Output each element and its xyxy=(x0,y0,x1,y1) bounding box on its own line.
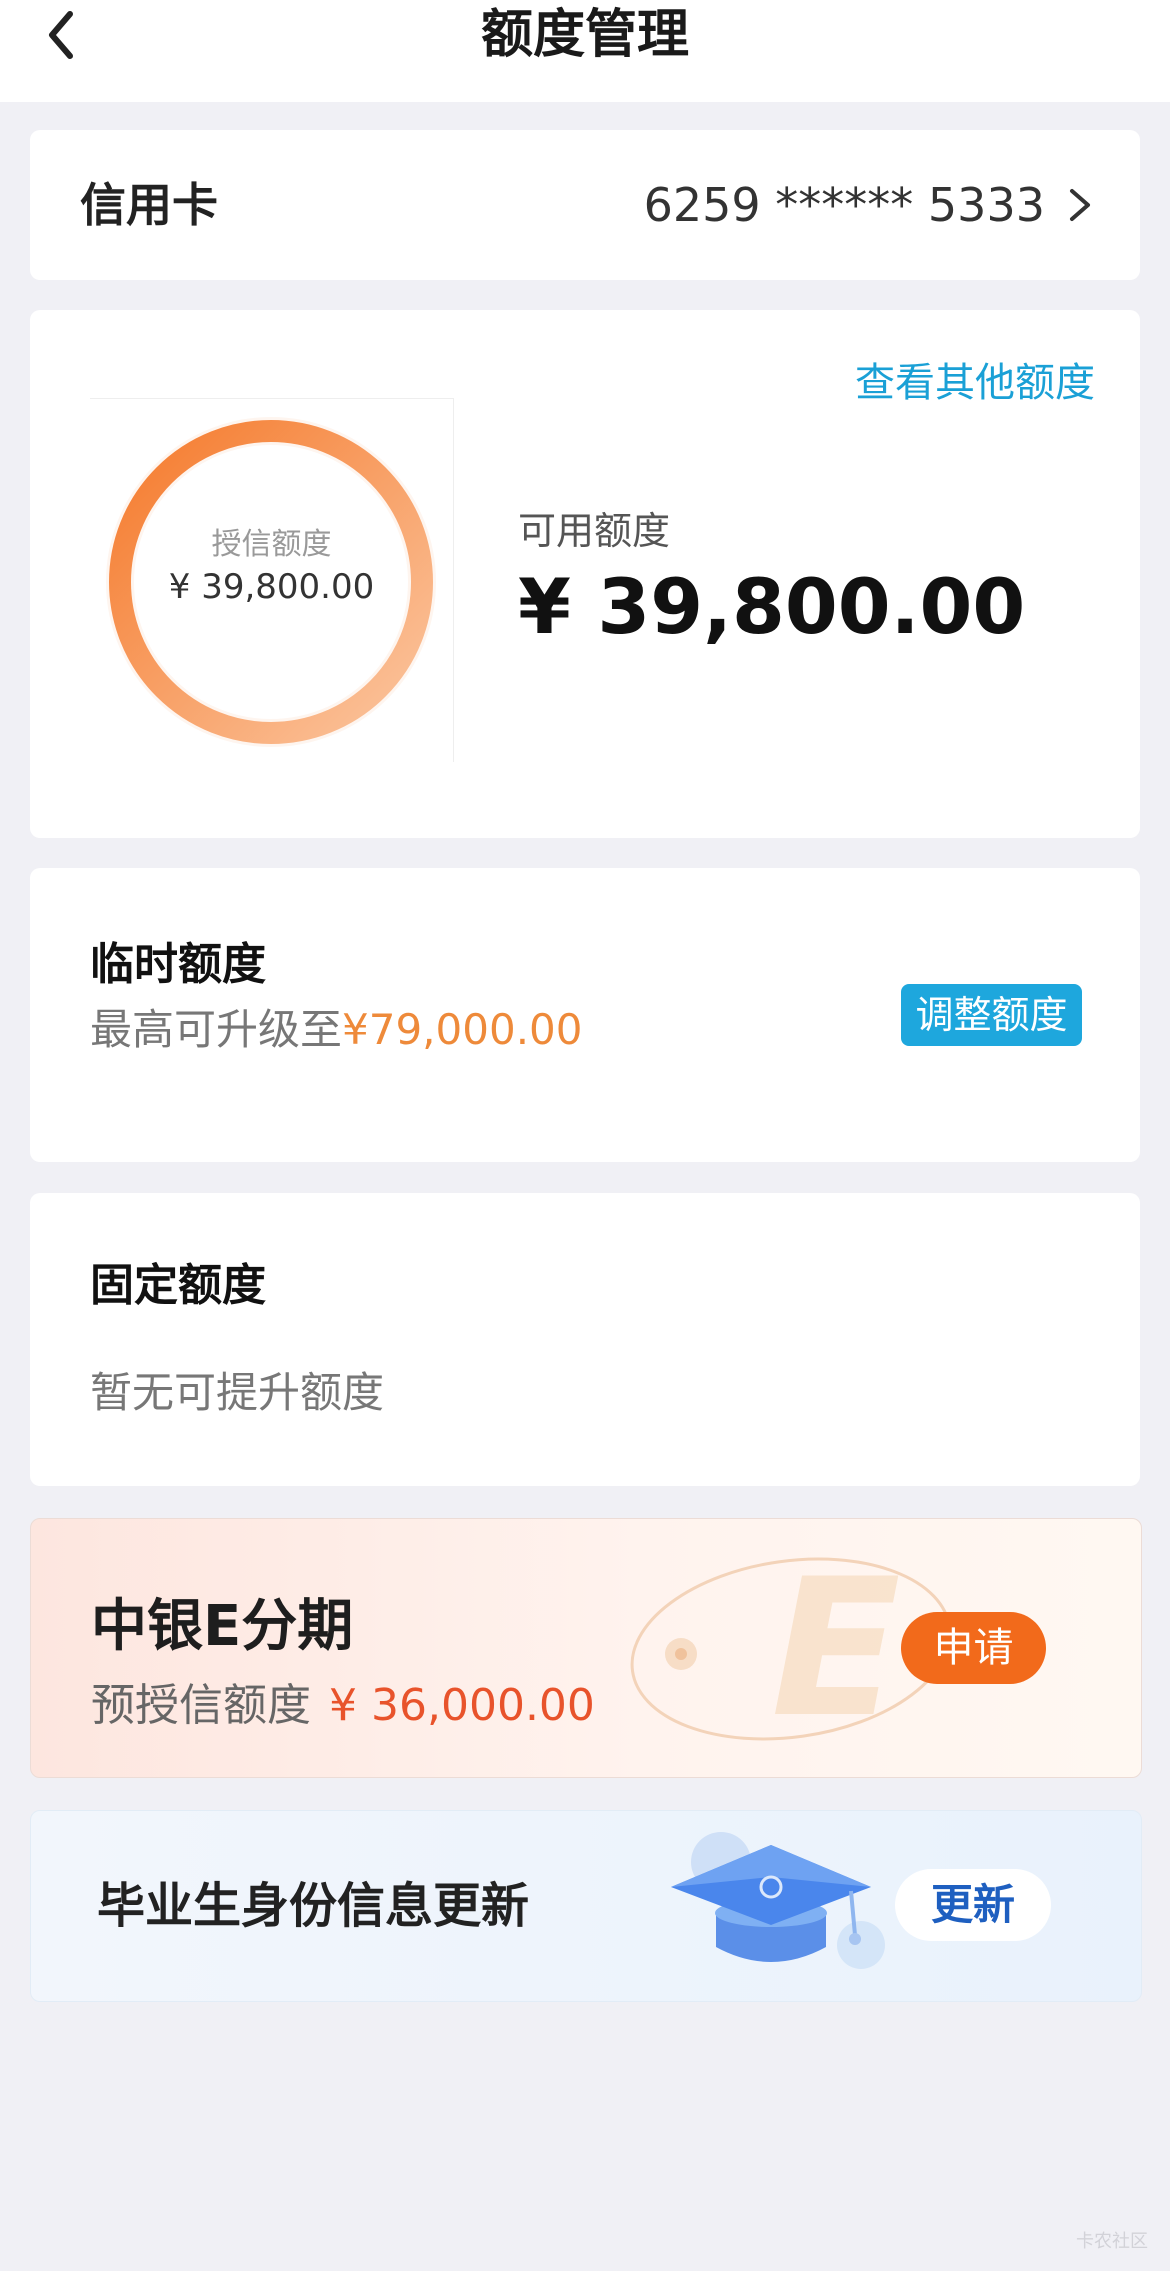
credit-ring: 授信额度 ¥ 39,800.00 xyxy=(90,398,454,762)
graduation-cap-icon xyxy=(671,1832,885,1969)
pre-approved-line: 预授信额度 ¥ 36,000.00 xyxy=(91,1669,595,1733)
view-other-limits-link[interactable]: 查看其他额度 xyxy=(855,350,1095,408)
temporary-limit-card: 临时额度 最高可升级至¥79,000.00 调整额度 xyxy=(30,868,1140,1162)
card-number: 6259 ****** 5333 xyxy=(643,178,1045,232)
installment-title: 中银E分期 xyxy=(91,1594,354,1659)
card-selector[interactable]: 信用卡 6259 ****** 5333 xyxy=(30,130,1140,280)
card-type-label: 信用卡 xyxy=(80,178,218,232)
fixed-limit-desc: 暂无可提升额度 xyxy=(90,1368,385,1417)
fixed-limit-card: 固定额度 暂无可提升额度 xyxy=(30,1193,1140,1486)
page-title: 额度管理 xyxy=(480,5,689,65)
fixed-limit-title: 固定额度 xyxy=(90,1260,266,1311)
temporary-limit-title: 临时额度 xyxy=(90,939,266,990)
temporary-limit-max-amount: ¥79,000.00 xyxy=(342,1005,583,1054)
granted-limit-label: 授信额度 xyxy=(211,527,332,562)
installment-promo-card[interactable]: E 中银E分期 预授信额度 ¥ 36,000.00 申请 xyxy=(30,1518,1142,1778)
temporary-limit-desc: 最高可升级至¥79,000.00 xyxy=(90,996,583,1057)
granted-limit-value: ¥ 39,800.00 xyxy=(168,567,375,607)
adjust-limit-button[interactable]: 调整额度 xyxy=(901,984,1082,1046)
graduate-info-card[interactable]: 毕业生身份信息更新 更新 xyxy=(30,1810,1142,2002)
available-limit-label: 可用额度 xyxy=(518,509,671,553)
temporary-limit-desc-prefix: 最高可升级至 xyxy=(90,1005,343,1054)
pre-approved-label: 预授信额度 xyxy=(91,1680,311,1731)
credit-limit-card: 查看其他额度 授信额度 ¥ 39,800.00 可用额度 ¥ 39,800.00 xyxy=(30,310,1140,838)
navigation-bar: 额度管理 xyxy=(0,0,1170,102)
watermark: 卡农社区 xyxy=(1076,2231,1148,2252)
graduate-info-title: 毕业生身份信息更新 xyxy=(97,1878,530,1934)
available-limit-value: ¥ 39,800.00 xyxy=(518,562,1026,651)
pre-approved-amount: ¥ 36,000.00 xyxy=(329,1680,595,1731)
e-letter-logo-text: E xyxy=(771,1538,901,1759)
chevron-right-icon xyxy=(1070,189,1090,221)
apply-button[interactable]: 申请 xyxy=(901,1612,1046,1684)
update-button[interactable]: 更新 xyxy=(895,1869,1051,1941)
